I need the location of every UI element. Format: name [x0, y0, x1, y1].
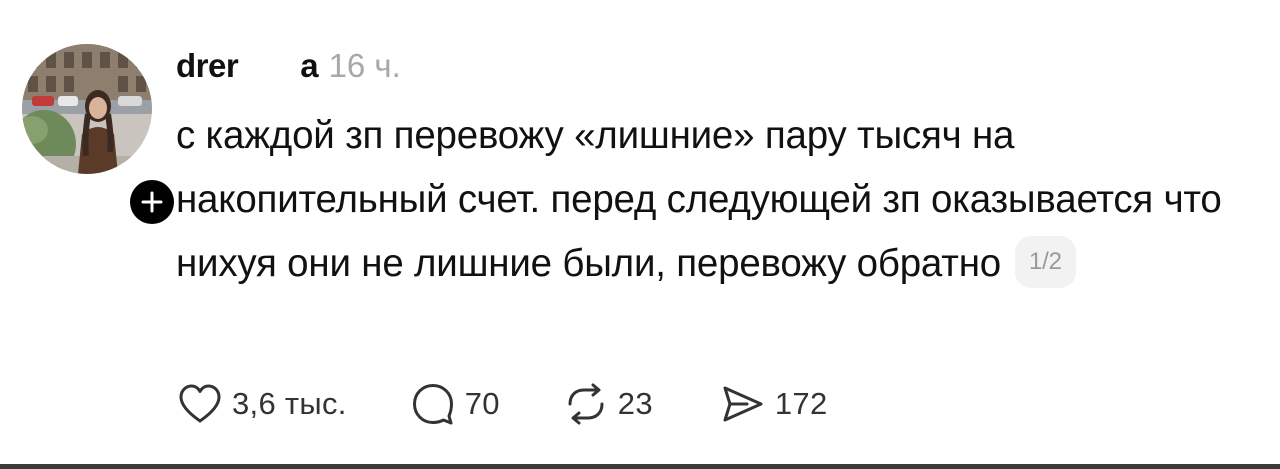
avatar-container — [22, 44, 178, 228]
send-icon — [723, 386, 763, 422]
share-button[interactable]: 172 — [719, 380, 828, 428]
avatar[interactable] — [22, 44, 152, 174]
thread-post: drer а 16 ч. с каждой зп перевожу «лишни… — [0, 0, 1280, 469]
comment-bubble-icon — [412, 384, 453, 425]
repost-icon — [568, 383, 604, 425]
comment-button[interactable]: 70 — [409, 380, 500, 428]
post-body: с каждой зп перевожу «лишние» пару тысяч… — [176, 104, 1236, 296]
repost-button[interactable]: 23 — [562, 380, 653, 428]
comment-count: 70 — [464, 386, 500, 421]
like-button[interactable]: 3,6 тыс. — [176, 380, 347, 428]
follow-button[interactable] — [126, 176, 178, 228]
avatar-photo — [22, 44, 152, 174]
author-prefix: а — [300, 47, 319, 84]
divider — [0, 464, 1280, 469]
heart-icon — [179, 384, 221, 423]
username[interactable]: drer — [176, 47, 239, 85]
post-header: drer а 16 ч. — [176, 44, 401, 88]
post-actions: 3,6 тыс. 70 23 172 — [176, 376, 828, 432]
post-time: 16 ч. — [328, 47, 401, 84]
like-count: 3,6 тыс. — [232, 386, 347, 421]
repost-count: 23 — [617, 386, 653, 421]
page-indicator[interactable]: 1/2 — [1015, 235, 1076, 288]
plus-icon — [141, 191, 163, 213]
share-count: 172 — [774, 386, 828, 421]
